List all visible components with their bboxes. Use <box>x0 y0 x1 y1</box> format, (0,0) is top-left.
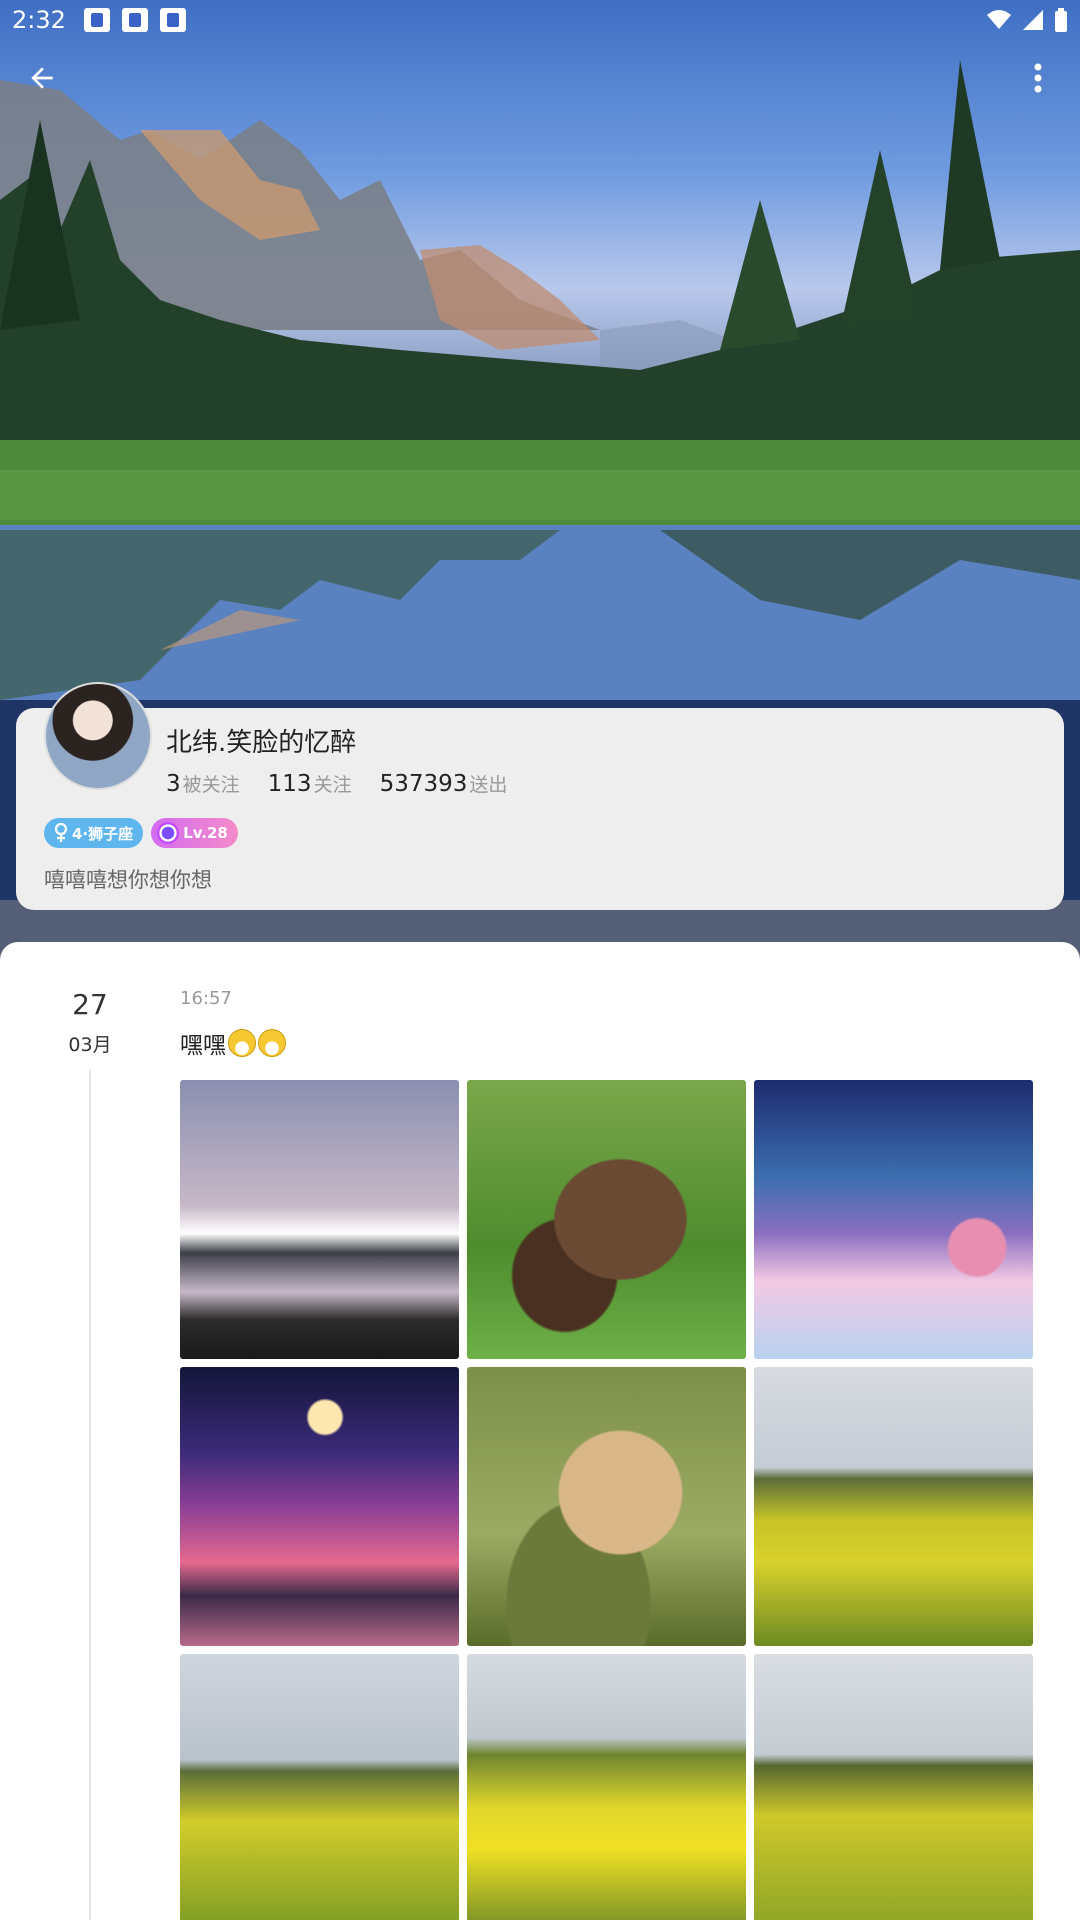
profile-stats: 3 被关注 113 关注 537393 送出 <box>166 770 507 797</box>
zodiac-badge: 4·狮子座 <box>44 818 144 848</box>
mountain-lake-photo[interactable] <box>180 1080 459 1359</box>
app-notification-icon <box>83 8 110 32</box>
app-notification-icon <box>121 8 148 32</box>
nickname: 北纬.笑脸的忆醉 <box>166 728 357 758</box>
status-time: 2:32 <box>12 6 66 34</box>
more-options-button[interactable] <box>1010 50 1066 106</box>
status-indicators <box>986 8 1068 32</box>
bears-photo[interactable] <box>467 1080 746 1359</box>
stat-label: 被关注 <box>182 774 240 796</box>
female-icon <box>54 823 68 842</box>
stat-value: 113 <box>267 771 312 797</box>
timeline-line <box>89 1070 91 1920</box>
level-badge-label: Lv.28 <box>183 824 228 842</box>
wifi-icon <box>987 10 1011 29</box>
rapeseed-field-photo[interactable] <box>754 1367 1033 1646</box>
stat-value: 3 <box>166 771 181 797</box>
post-text-content: 嘿嘿 <box>180 1033 226 1059</box>
profile-page: 2:32 北纬.笑脸的忆醉 3 被关注 113 关注 537393 送出 4·狮… <box>0 0 1080 1920</box>
fantasy-night-sky-photo[interactable] <box>754 1080 1033 1359</box>
stat-label: 关注 <box>313 774 352 796</box>
lioness-photo[interactable] <box>467 1367 746 1646</box>
rapeseed-field-photo[interactable] <box>180 1654 459 1920</box>
profile-badges: 4·狮子座 Lv.28 <box>44 818 238 848</box>
post-time: 16:57 <box>180 988 232 1009</box>
stat-value: 537393 <box>379 771 468 797</box>
rapeseed-flowers-photo[interactable] <box>467 1654 746 1920</box>
avatar[interactable] <box>44 682 152 790</box>
post-date-day: 27 <box>72 988 108 1021</box>
stat-followers[interactable]: 3 被关注 <box>166 770 240 797</box>
stat-following[interactable]: 113 关注 <box>268 770 352 797</box>
level-gem-icon <box>157 822 180 844</box>
post-date-month: 03月 <box>68 1034 112 1056</box>
arrow-left-icon <box>31 67 53 89</box>
back-button[interactable] <box>14 50 70 106</box>
post-text: 嘿嘿 <box>180 1026 286 1060</box>
stat-label: 送出 <box>469 774 508 796</box>
rapeseed-field-photo[interactable] <box>754 1654 1033 1920</box>
profile-bio: 嘻嘻嘻想你想你想 <box>44 868 212 892</box>
grinning-face-icon <box>228 1029 256 1057</box>
photo-grid <box>180 1080 1033 1920</box>
more-vertical-icon <box>1034 63 1042 93</box>
zodiac-badge-label: 4·狮子座 <box>72 824 134 843</box>
status-bar: 2:32 <box>0 0 1080 40</box>
stat-sent[interactable]: 537393 送出 <box>380 770 508 797</box>
level-badge: Lv.28 <box>151 818 238 848</box>
post-feed: 27 03月 16:57 嘿嘿 <box>0 942 1080 1920</box>
cell-signal-icon <box>1023 10 1043 30</box>
app-notification-icon <box>159 8 186 32</box>
crescent-moon-island-photo[interactable] <box>180 1367 459 1646</box>
battery-icon <box>1055 8 1067 32</box>
grinning-face-icon <box>258 1029 286 1057</box>
